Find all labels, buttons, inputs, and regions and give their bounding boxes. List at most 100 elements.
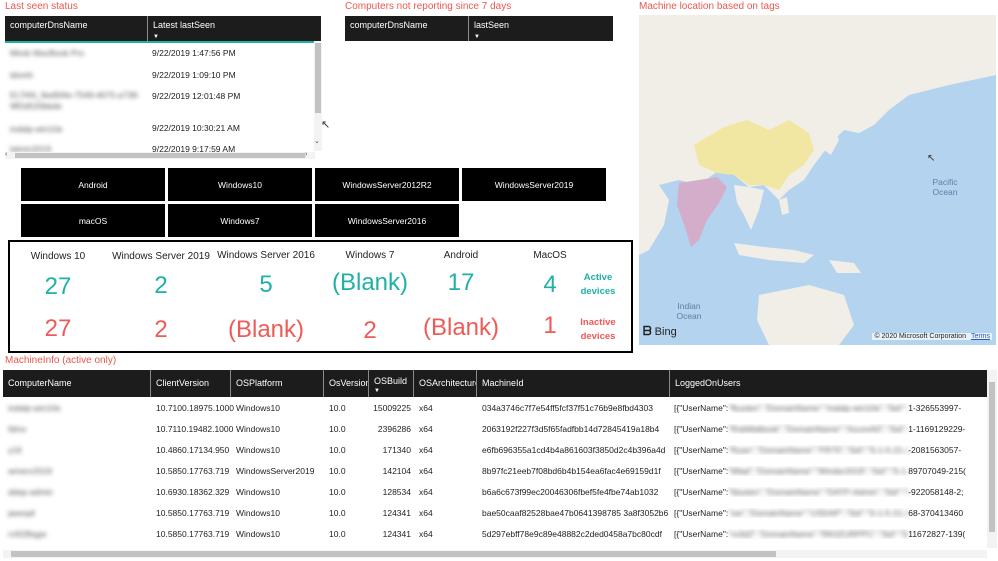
table-cell: ddep-admin — [8, 487, 53, 497]
table-cell: x64 — [419, 508, 433, 518]
column-header-osarchitecture[interactable]: OSArchitecture — [414, 370, 477, 397]
os-header-windows10: Windows 10 — [30, 251, 86, 262]
inactive-count-windows10: 27 — [44, 315, 72, 342]
table-cell: 2063192f227f3d5f65fadfbb14d72845419a18b4 — [482, 424, 660, 434]
table-cell: Windows10 — [236, 424, 280, 434]
column-header-machineid[interactable]: MachineId — [477, 370, 670, 397]
land-papua — [829, 260, 861, 273]
inactive-count-windowsserver2016: (Blank) — [227, 316, 305, 343]
table-cell: 171340 — [382, 445, 411, 455]
vertical-scrollbar[interactable] — [314, 41, 322, 151]
table-cell-loggedonusers: [{"UserName":"Ryan","DomainName":"FR70",… — [674, 445, 962, 455]
slicer-windows10[interactable]: Windows10 — [168, 168, 312, 201]
column-header-osversion[interactable]: OsVersion — [324, 370, 369, 397]
table-cell-loggedonusers: [{"UserName":"ro3d2","DomainName":"RK0ZU… — [674, 529, 966, 539]
machine-info-title: MachineInfo (active only) — [5, 355, 117, 366]
land-southeast-asia — [734, 185, 764, 230]
active-count-windowsserver2019: 2 — [154, 272, 168, 299]
scroll-left-icon[interactable]: ‹ — [5, 151, 7, 158]
sort-down-icon[interactable]: ▼ — [374, 388, 380, 394]
column-header-lastseen[interactable]: lastSeen ▼ — [469, 16, 613, 41]
column-header-computerdnsname[interactable]: computerDnsName — [345, 16, 469, 41]
sort-down-icon[interactable]: ▼ — [153, 34, 159, 40]
table-cell: Windows10 — [236, 529, 280, 539]
table-cell: bae50caaf82528bae47b0641398785 3a8f3052b… — [482, 508, 669, 518]
slicer-windows7[interactable]: Windows7 — [168, 204, 312, 237]
copyright-text: © 2020 Microsoft Corporation — [874, 333, 966, 340]
column-header-osbuild[interactable]: OSBuild ▼ — [369, 370, 414, 397]
slicer-android[interactable]: Android — [21, 168, 165, 201]
table-cell: 10.5850.17763.719 — [156, 529, 230, 539]
mouse-cursor-icon: ↖ — [321, 119, 331, 131]
table-cell: 10.0 — [329, 445, 346, 455]
table-cell: 128534 — [382, 487, 411, 497]
last-seen-table[interactable]: computerDnsName Latest lastSeen ▼ Mirek … — [5, 16, 326, 160]
horizontal-scrollbar[interactable] — [3, 550, 987, 558]
column-header-computername[interactable]: ComputerName — [3, 370, 151, 397]
table-cell: 124341 — [382, 529, 411, 539]
scroll-down-icon[interactable]: ⌄ — [314, 137, 320, 145]
column-header-osplatform[interactable]: OSPlatform — [231, 370, 324, 397]
table-cell: 10.0 — [329, 424, 346, 434]
terms-link[interactable]: Terms — [971, 333, 990, 340]
table-cell: indalp-win10e — [8, 403, 61, 413]
table-cell: 9/22/2019 1:09:10 PM — [152, 70, 236, 80]
table-cell: 9ff2d520bbde — [10, 101, 62, 111]
table-cell: 10.0 — [329, 487, 346, 497]
table-cell: 9/22/2019 12:01:48 PM — [152, 91, 241, 101]
scrollbar-thumb[interactable] — [11, 551, 776, 557]
sort-down-icon[interactable]: ▼ — [474, 34, 480, 40]
slicer-macos[interactable]: macOS — [21, 204, 165, 237]
slicer-windowsserver2016[interactable]: WindowsServer2016 — [315, 204, 459, 237]
machine-info-header: ComputerName ClientVersion OSPlatform Os… — [3, 370, 987, 397]
slicer-windowsserver2012r2[interactable]: WindowsServer2012R2 — [315, 168, 459, 201]
scrollbar-thumb[interactable] — [315, 43, 321, 113]
slicer-windowsserver2019[interactable]: WindowsServer2019 — [462, 168, 606, 201]
map-visual[interactable]: Pacific Ocean Indian Ocean ↖ ᗷ Bing © 2020… — [639, 15, 996, 345]
table-cell-loggedonusers: [{"UserName":"fkusten","DomainName":"ind… — [674, 403, 962, 413]
table-cell: 5d297ebff78e9c89e48882c2ded0458a7bc80cdf — [482, 529, 662, 539]
horizontal-scrollbar[interactable] — [5, 152, 315, 159]
scrollbar-thumb[interactable] — [15, 153, 305, 158]
machine-info-table[interactable]: ComputerName ClientVersion OSPlatform Os… — [3, 370, 997, 561]
land-indonesia — [734, 243, 814, 263]
table-cell: ldomh — [10, 70, 34, 80]
column-header-latest-lastseen[interactable]: Latest lastSeen ▼ — [148, 16, 321, 41]
column-header-clientversion[interactable]: ClientVersion — [151, 370, 231, 397]
land-philippines — [779, 197, 789, 215]
ocean-label-pacific: Pacific Ocean — [932, 177, 958, 197]
table-cell: 15009225 — [373, 403, 411, 413]
inactive-devices-label: Inactive devices — [580, 317, 616, 342]
column-header-loggedonusers[interactable]: LoggedOnUsers — [670, 370, 987, 397]
table-cell: 10.0 — [329, 466, 346, 476]
column-header-computerdnsname[interactable]: computerDnsName — [5, 16, 148, 41]
table-cell: y16 — [8, 445, 22, 455]
scroll-right-icon[interactable]: › — [305, 151, 307, 158]
os-header-windowsserver2019: Windows Server 2019 — [112, 251, 210, 262]
table-cell-loggedonusers: [{"UserName":"fdusten","DomainName":"DAT… — [674, 487, 964, 497]
inactive-count-windowsserver2019: 2 — [154, 316, 168, 343]
table-cell: rv5l28sgw — [8, 529, 47, 539]
table-cell-loggedonusers: [{"UserName":"Mlad","DomainName":"Windsr… — [674, 466, 966, 476]
table-cell: ELTAN_9ed5f4e-7549-4675-a738- — [10, 90, 140, 100]
table-cell: WindowsServer2019 — [236, 466, 315, 476]
os-header-macos: MacOS — [533, 250, 567, 261]
table-cell: 10.5850.17763.719 — [156, 466, 230, 476]
land-australia — [757, 285, 854, 345]
table-cell: 10.0 — [329, 508, 346, 518]
header-accent-line — [5, 41, 321, 43]
table-cell: 10.7100.18975.1000 — [156, 403, 234, 413]
table-cell: x64 — [419, 487, 433, 497]
table-cell: 9/22/2019 1:47:56 PM — [152, 48, 236, 58]
table-cell: wmerv2019 — [8, 466, 52, 476]
vertical-scrollbar[interactable] — [987, 370, 997, 548]
table-cell: indalp-win10e — [10, 124, 63, 134]
last-seen-title: Last seen status — [5, 1, 78, 12]
ocean-label-indian: Indian Ocean — [676, 301, 702, 321]
column-header-label: lastSeen — [474, 20, 510, 30]
table-cell: b6a6c673f99ec20046306fbef5fe4fbe74ab1032 — [482, 487, 659, 497]
not-reporting-table[interactable]: computerDnsName lastSeen ▼ — [345, 16, 613, 41]
scrollbar-thumb[interactable] — [989, 382, 995, 532]
bing-logo: ᗷ Bing — [643, 324, 677, 339]
table-cell: jawoq4 — [8, 508, 35, 518]
